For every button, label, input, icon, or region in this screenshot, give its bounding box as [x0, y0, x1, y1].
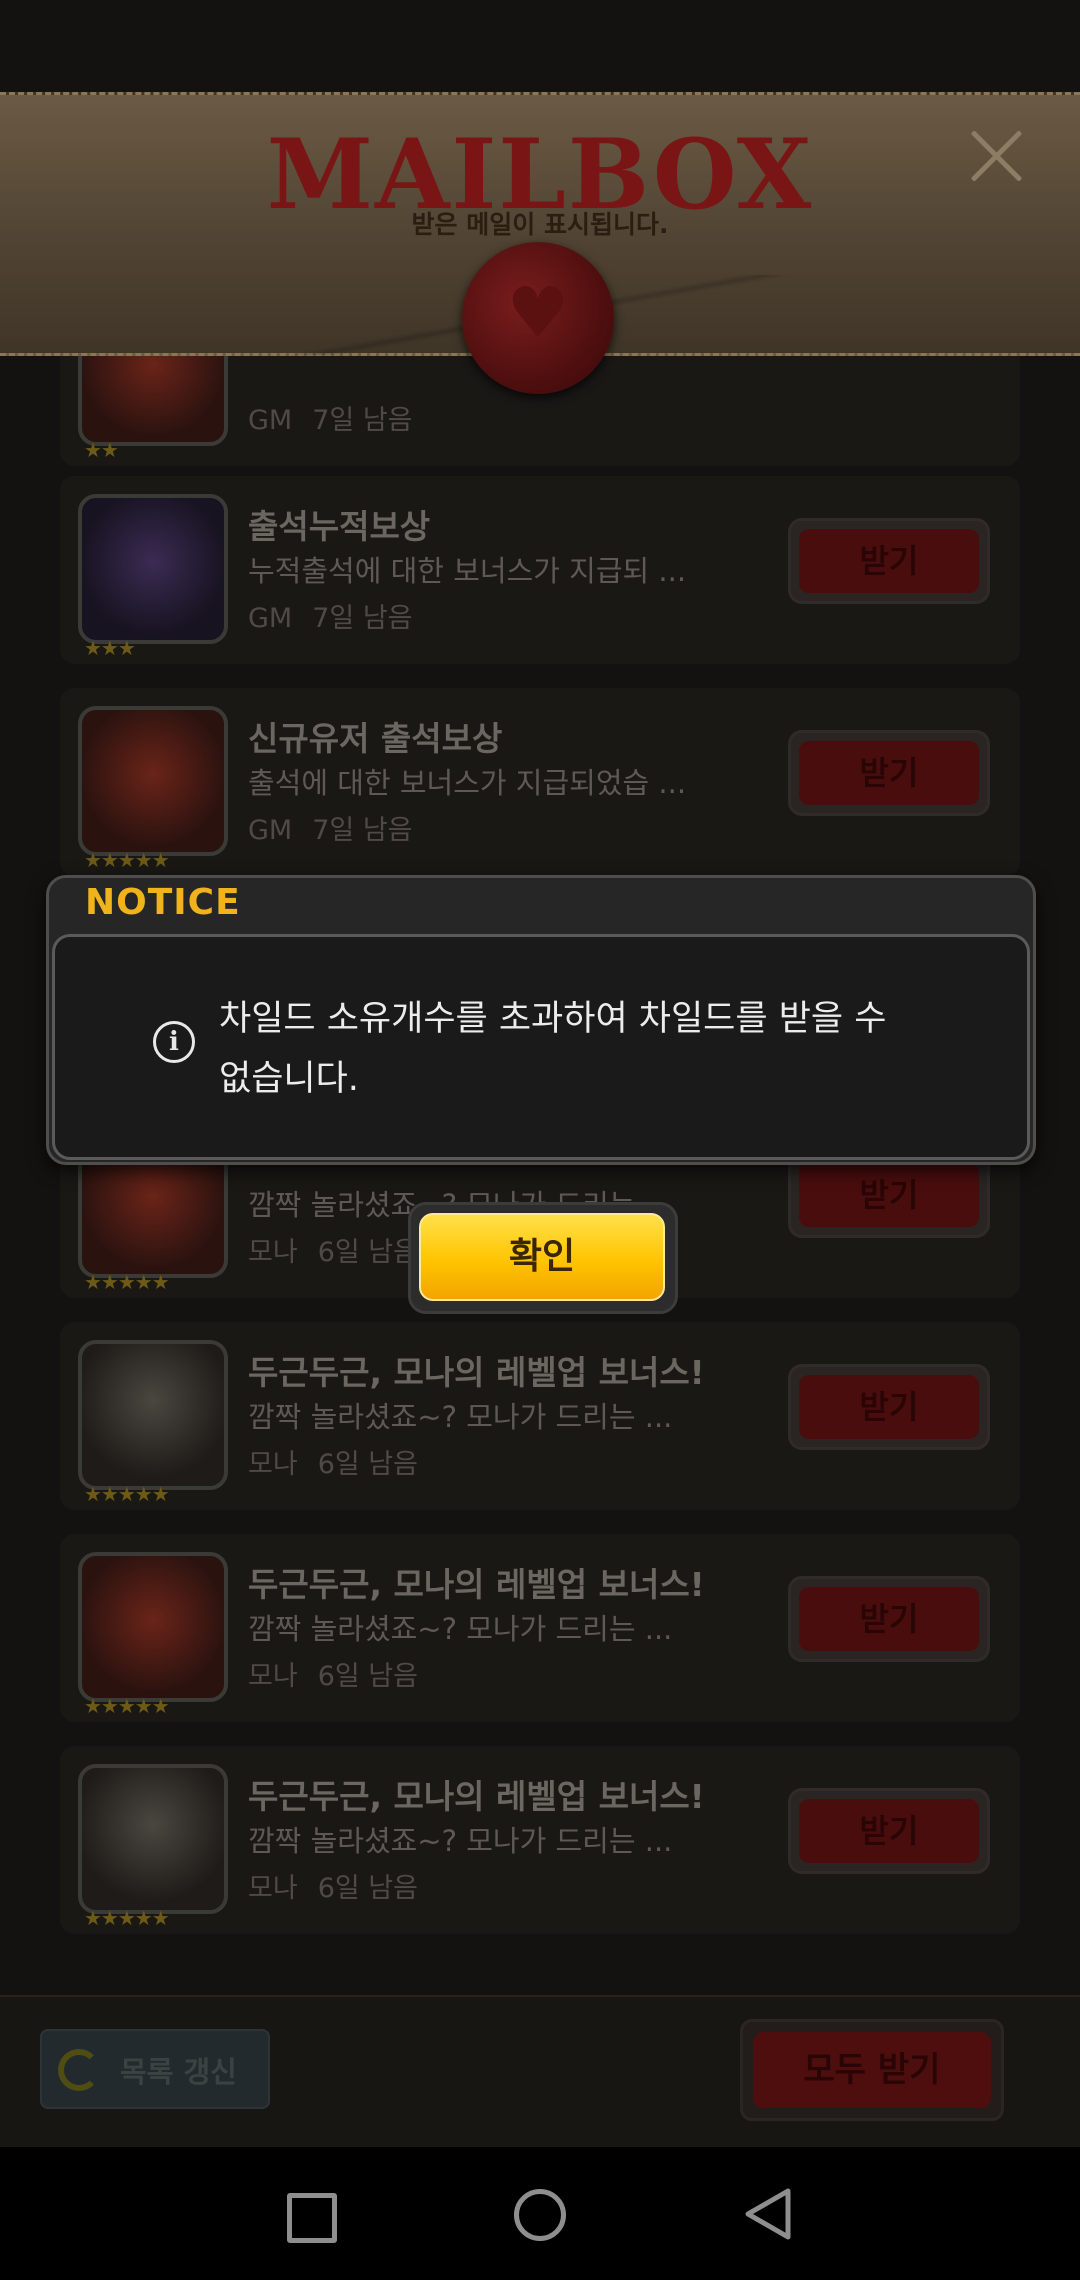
mail-item[interactable]: ★★★★★ 두근두근, 모나의 레벨업 보너스! 깜짝 놀라셨죠~? 모나가 드… — [60, 1534, 1020, 1722]
receive-button-label: 받기 — [799, 1587, 979, 1651]
mail-sender: 모나 — [248, 1237, 298, 1268]
confirm-button-label: 확인 — [419, 1213, 665, 1301]
mail-remaining: 6일 남음 — [317, 1449, 418, 1480]
mail-remaining: 7일 남음 — [312, 603, 413, 634]
receive-button[interactable]: 받기 — [788, 1364, 990, 1450]
close-icon[interactable] — [968, 128, 1024, 184]
receive-button-label: 받기 — [799, 529, 979, 593]
mail-list[interactable]: ★★ GM 7일 남음 ★★★ 출석누적보상 누적출석에 대한 보너스가 지급되 … — [0, 350, 1080, 1990]
child-thumbnail — [78, 1552, 228, 1702]
back-icon[interactable] — [742, 2187, 796, 2241]
home-icon[interactable] — [514, 2189, 566, 2241]
reward-thumbnail — [78, 350, 228, 446]
mail-description: 누적출석에 대한 보너스가 지급되 ... — [248, 554, 687, 588]
mail-meta: GM 7일 남음 — [248, 398, 433, 437]
refresh-list-label: 목록 갱신 — [120, 2055, 237, 2089]
notice-dialog: NOTICE i 차일드 소유개수를 초과하여 차일드를 받을 수 없습니다. — [46, 875, 1036, 1165]
receive-all-button[interactable]: 모두 받기 — [740, 2019, 1004, 2121]
mailbox-footer: 목록 갱신 모두 받기 — [0, 1995, 1080, 2149]
mail-meta: GM 7일 남음 — [248, 808, 433, 847]
rarity-stars: ★★★★★ — [84, 848, 170, 872]
gem-thumbnail — [78, 494, 228, 644]
mail-meta: 모나 6일 남음 — [248, 1866, 438, 1905]
mail-description: 깜짝 놀라셨죠~? 모나가 드리는 ... — [248, 1612, 673, 1646]
mail-title: 두근두근, 모나의 레벨업 보너스! — [248, 1777, 705, 1816]
mail-remaining: 6일 남음 — [317, 1661, 418, 1692]
mail-meta: GM 7일 남음 — [248, 596, 433, 635]
notice-body: i 차일드 소유개수를 초과하여 차일드를 받을 수 없습니다. — [52, 934, 1030, 1160]
mail-remaining: 7일 남음 — [312, 815, 413, 846]
mail-sender: 모나 — [248, 1449, 298, 1480]
mail-sender: 모나 — [248, 1873, 298, 1904]
rarity-stars: ★★★★★ — [84, 1906, 170, 1930]
mail-item[interactable]: ★★★ 출석누적보상 누적출석에 대한 보너스가 지급되 ... GM 7일 남음… — [60, 476, 1020, 664]
mail-title: 신규유저 출석보상 — [248, 719, 503, 758]
mail-sender: GM — [248, 815, 293, 846]
receive-button-label: 받기 — [799, 1375, 979, 1439]
mail-title: 출석누적보상 — [248, 507, 431, 546]
info-icon: i — [153, 1021, 195, 1063]
mail-sender: GM — [248, 405, 293, 436]
child-thumbnail — [78, 706, 228, 856]
system-navigation-bar — [0, 2147, 1080, 2280]
mail-item[interactable]: ★★★★★ 두근두근, 모나의 레벨업 보너스! 깜짝 놀라셨죠~? 모나가 드… — [60, 1322, 1020, 1510]
mail-meta: 모나 6일 남음 — [248, 1654, 438, 1693]
mail-title: 두근두근, 모나의 레벨업 보너스! — [248, 1565, 705, 1604]
confirm-button[interactable]: 확인 — [408, 1202, 678, 1314]
character-thumbnail — [78, 1340, 228, 1490]
receive-button[interactable]: 받기 — [788, 1576, 990, 1662]
notice-title: NOTICE — [85, 882, 241, 923]
mail-description: 깜짝 놀라셨죠~? 모나가 드리는 ... — [248, 1824, 673, 1858]
mail-description: 출석에 대한 보너스가 지급되었습 ... — [248, 766, 687, 800]
rarity-stars: ★★ — [84, 438, 119, 462]
receive-button[interactable]: 받기 — [788, 1788, 990, 1874]
receive-button-label: 받기 — [799, 1799, 979, 1863]
notice-message: 차일드 소유개수를 초과하여 차일드를 받을 수 없습니다. — [219, 999, 887, 1099]
mail-title: 두근두근, 모나의 레벨업 보너스! — [248, 1353, 705, 1392]
mail-item[interactable]: ★★★★★ 두근두근, 모나의 레벨업 보너스! 깜짝 놀라셨죠~? 모나가 드… — [60, 1746, 1020, 1934]
mail-meta: 모나 6일 남음 — [248, 1442, 438, 1481]
rarity-stars: ★★★★★ — [84, 1694, 170, 1718]
receive-button[interactable]: 받기 — [788, 730, 990, 816]
mail-remaining: 7일 남음 — [312, 405, 413, 436]
receive-button-label: 받기 — [799, 741, 979, 805]
receive-button[interactable]: 받기 — [788, 518, 990, 604]
receive-button-label: 받기 — [799, 1163, 979, 1227]
mailbox-subtitle: 받은 메일이 표시됩니다. — [411, 210, 669, 239]
mail-remaining: 6일 남음 — [317, 1873, 418, 1904]
mail-sender: 모나 — [248, 1661, 298, 1692]
recent-apps-icon[interactable] — [287, 2193, 337, 2243]
wax-seal-icon — [462, 242, 614, 394]
rarity-stars: ★★★★★ — [84, 1482, 170, 1506]
mail-item[interactable]: ★★★★★ 신규유저 출석보상 출석에 대한 보너스가 지급되었습 ... GM… — [60, 688, 1020, 876]
refresh-icon — [58, 2049, 100, 2091]
mail-sender: GM — [248, 603, 293, 634]
rarity-stars: ★★★★★ — [84, 1270, 170, 1294]
character-thumbnail — [78, 1764, 228, 1914]
mail-description: 깜짝 놀라셨죠~? 모나가 드리는 ... — [248, 1400, 673, 1434]
rarity-stars: ★★★ — [84, 636, 136, 660]
game-screen: ★★ GM 7일 남음 ★★★ 출석누적보상 누적출석에 대한 보너스가 지급되 … — [0, 0, 1080, 2280]
mail-remaining: 6일 남음 — [317, 1237, 418, 1268]
refresh-list-button[interactable]: 목록 갱신 — [40, 2029, 270, 2109]
receive-all-label: 모두 받기 — [753, 2032, 991, 2108]
